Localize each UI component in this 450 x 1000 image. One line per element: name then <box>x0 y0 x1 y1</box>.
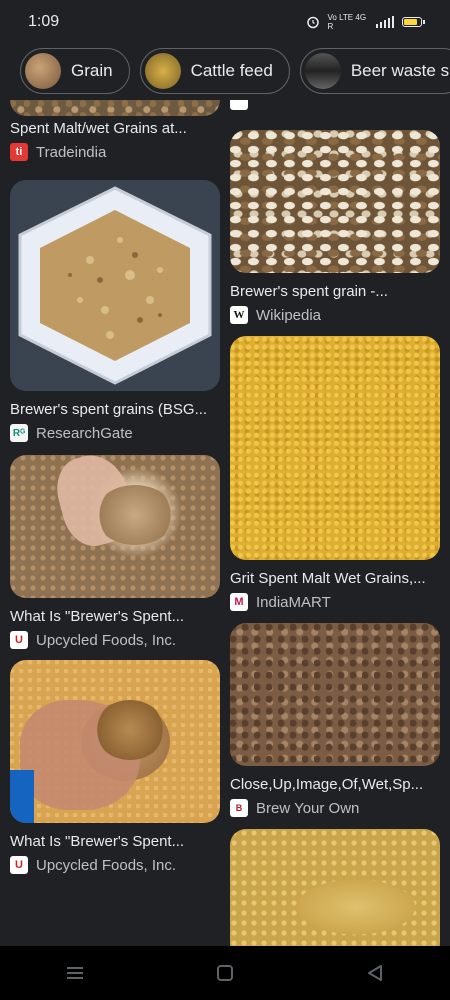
sleeve <box>10 770 34 823</box>
cattle-feed-thumbnail <box>144 53 181 89</box>
image-results-grid: Spent Malt/wet Grains at... ti Tradeindi… <box>0 100 450 946</box>
result-card-upcycled-2[interactable]: What Is "Brewer's Spent... U Upcycled Fo… <box>10 660 220 874</box>
status-bar: 1:09 Vo LTE 4G R <box>0 0 450 44</box>
source-name: Brew Your Own <box>256 799 360 817</box>
result-image[interactable] <box>10 455 220 598</box>
upcycled-foods-favicon-icon: U <box>10 631 28 649</box>
result-image[interactable] <box>230 336 440 560</box>
indiamart-favicon-icon: M <box>230 593 248 611</box>
result-source: U Upcycled Foods, Inc. <box>10 856 220 874</box>
grain-pile <box>95 700 165 760</box>
grain-thumbnail <box>25 53 61 89</box>
grain-pile <box>95 485 175 545</box>
back-button[interactable] <box>363 961 387 985</box>
result-card-top-right[interactable] <box>230 100 440 110</box>
chip-cattle-feed[interactable]: Cattle feed <box>139 48 290 94</box>
source-name: Tradeindia <box>36 143 107 161</box>
result-image[interactable] <box>10 180 220 391</box>
result-caption: What Is "Brewer's Spent... <box>10 608 185 625</box>
chip-label: Cattle feed <box>190 61 273 80</box>
result-caption: Close,Up,Image,Of,Wet,Sp... <box>230 776 424 793</box>
tradeindia-favicon-icon: ti <box>10 143 28 161</box>
home-button[interactable] <box>213 961 237 985</box>
alarm-icon <box>306 16 319 29</box>
chip-label: Grain <box>71 61 113 80</box>
result-card-bottom-right[interactable] <box>230 829 440 946</box>
chip-beer-waste[interactable]: Beer waste s <box>299 48 450 94</box>
menu-icon <box>67 967 83 979</box>
hexagon-tray-icon <box>18 186 212 385</box>
result-source: B Brew Your Own <box>230 799 440 817</box>
result-source: M IndiaMART <box>230 593 440 611</box>
wikipedia-favicon-icon: W <box>230 306 248 324</box>
source-name: IndiaMART <box>256 593 331 611</box>
result-source: W Wikipedia <box>230 306 440 324</box>
result-source: U Upcycled Foods, Inc. <box>10 631 220 649</box>
network-label: Vo LTE 4G R <box>327 13 367 31</box>
chip-grain[interactable]: Grain <box>20 48 130 94</box>
result-caption: Spent Malt/wet Grains at... <box>10 120 187 137</box>
result-card-bsg-researchgate[interactable]: Brewer's spent grains (BSG... Rᴳ Researc… <box>10 180 220 442</box>
result-card-upcycled-1[interactable]: What Is "Brewer's Spent... U Upcycled Fo… <box>10 455 220 649</box>
result-card-spent-malt[interactable]: Spent Malt/wet Grains at... ti Tradeindi… <box>10 100 220 161</box>
brew-your-own-favicon-icon: B <box>230 799 248 817</box>
status-icons: Vo LTE 4G R <box>306 13 425 31</box>
filter-chips: Grain Cattle feed Beer waste s <box>0 48 450 100</box>
result-card-brew-your-own[interactable]: Close,Up,Image,Of,Wet,Sp... B Brew Your … <box>230 623 440 817</box>
battery-icon <box>402 17 425 27</box>
source-name: Upcycled Foods, Inc. <box>36 856 177 874</box>
clock: 1:09 <box>28 13 60 30</box>
source-name: ResearchGate <box>36 424 133 442</box>
result-caption: What Is "Brewer's Spent... <box>10 833 185 850</box>
upcycled-foods-favicon-icon: U <box>10 856 28 874</box>
source-name: Wikipedia <box>256 306 322 324</box>
result-image[interactable] <box>230 130 440 273</box>
result-favicon-partial <box>230 100 248 110</box>
system-nav-bar <box>0 946 450 1000</box>
result-image[interactable] <box>10 660 220 823</box>
result-caption: Grit Spent Malt Wet Grains,... <box>230 570 426 587</box>
result-caption: Brewer's spent grain -... <box>230 283 388 300</box>
result-image[interactable] <box>230 829 440 946</box>
result-image[interactable] <box>230 623 440 766</box>
home-square-icon <box>217 965 233 981</box>
result-card-wikipedia[interactable]: Brewer's spent grain -... W Wikipedia <box>230 130 440 324</box>
result-source: ti Tradeindia <box>10 143 220 161</box>
back-triangle-icon <box>368 965 382 981</box>
chip-label: Beer waste s <box>350 61 450 80</box>
result-source: Rᴳ ResearchGate <box>10 424 220 442</box>
result-caption: Brewer's spent grains (BSG... <box>10 401 208 418</box>
result-image[interactable] <box>10 100 220 116</box>
researchgate-favicon-icon: Rᴳ <box>10 424 28 442</box>
source-name: Upcycled Foods, Inc. <box>36 631 177 649</box>
menu-button[interactable] <box>63 961 87 985</box>
signal-icon <box>375 16 394 28</box>
beer-waste-thumbnail <box>304 53 341 89</box>
result-card-indiamart[interactable]: Grit Spent Malt Wet Grains,... M IndiaMA… <box>230 336 440 611</box>
